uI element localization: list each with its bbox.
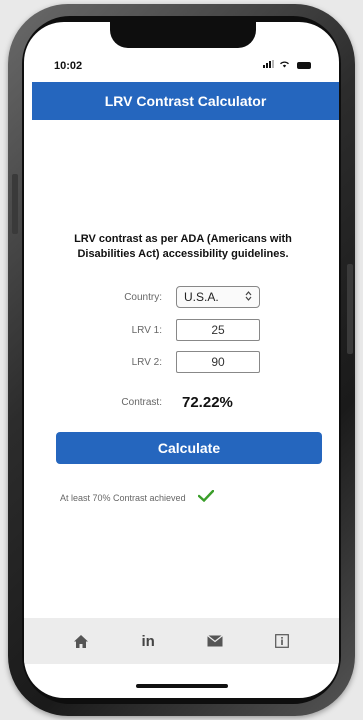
home-indicator [136, 684, 228, 688]
intro-text: LRV contrast as per ADA (Americans with … [74, 233, 292, 260]
nav-mail[interactable] [199, 625, 231, 657]
lrv2-input[interactable]: 90 [176, 351, 260, 373]
linkedin-icon: in [141, 632, 155, 650]
nav-linkedin[interactable]: in [132, 625, 164, 657]
contrast-value: 72.22% [182, 394, 233, 411]
lrv2-label: LRV 2: [131, 356, 162, 368]
info-icon [274, 634, 289, 648]
notch [110, 22, 256, 48]
lrv2-row: LRV 2: 90 [96, 351, 260, 373]
phone-screen: 10:02 LRV Contrast Calculator LRV contra… [24, 22, 339, 698]
country-select[interactable]: U.S.A. [176, 286, 260, 308]
status-time: 10:02 [54, 60, 83, 72]
power-button [347, 264, 353, 354]
volume-button [12, 174, 18, 234]
result-message: At least 70% Contrast achieved [60, 489, 214, 507]
chevron-up-down-icon [245, 291, 252, 303]
page-title: LRV Contrast Calculator [104, 93, 267, 109]
country-row: Country: U.S.A. [96, 286, 260, 308]
result-text: At least 70% Contrast achieved [60, 493, 186, 503]
country-label: Country: [124, 291, 162, 303]
lrv1-label: LRV 1: [131, 324, 162, 336]
bottom-nav: in [24, 618, 339, 664]
nav-home[interactable] [65, 625, 97, 657]
mail-icon [207, 635, 223, 647]
calculate-button[interactable]: Calculate [56, 432, 322, 464]
checkmark-icon [197, 489, 214, 507]
status-icons [263, 60, 311, 71]
contrast-row: Contrast: 72.22% [96, 394, 233, 411]
nav-info[interactable] [266, 625, 298, 657]
signal-icon [263, 60, 275, 68]
app-header: LRV Contrast Calculator [32, 82, 339, 120]
lrv1-input[interactable]: 25 [176, 319, 260, 341]
lrv1-row: LRV 1: 25 [96, 319, 260, 341]
battery-icon [297, 61, 311, 69]
wifi-icon [280, 61, 290, 68]
country-value: U.S.A. [184, 290, 219, 304]
contrast-label: Contrast: [121, 397, 162, 408]
home-icon [74, 634, 89, 648]
